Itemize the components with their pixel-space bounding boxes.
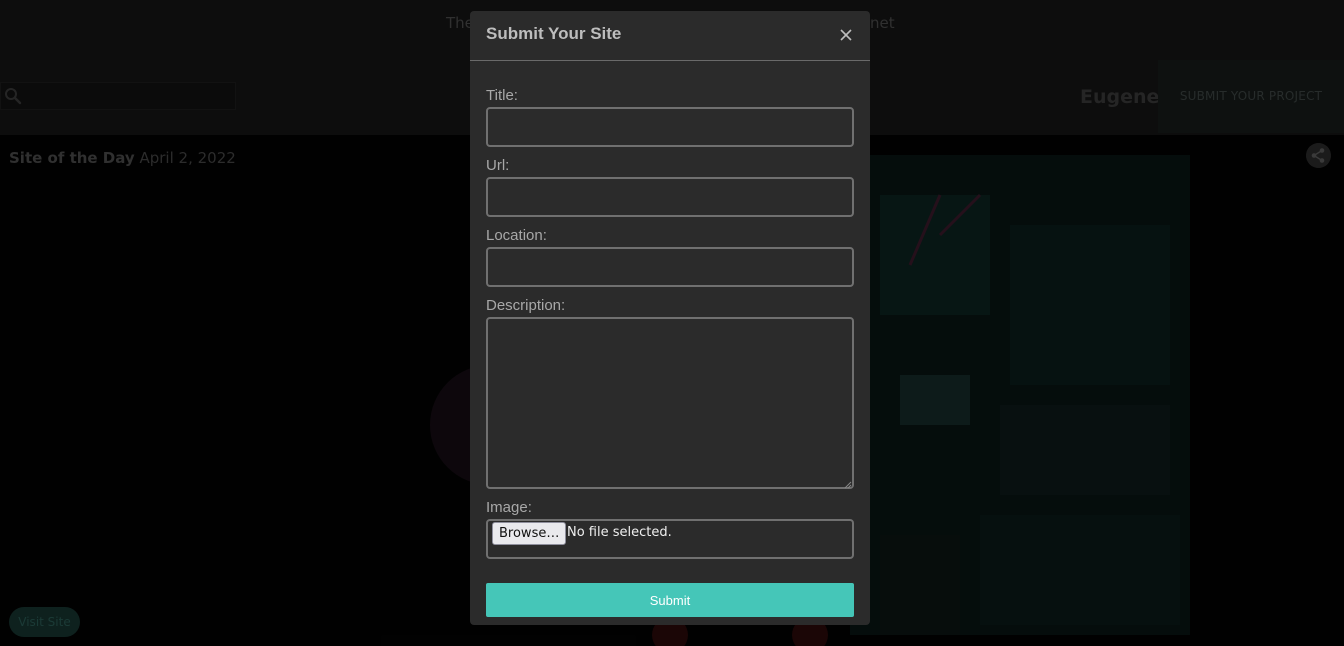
submit-site-modal: Submit Your Site Title: Url: Location: D…: [470, 11, 870, 625]
close-icon[interactable]: [838, 27, 854, 43]
url-label: Url:: [486, 157, 510, 174]
page: The net Eugene SUBMIT YOUR PROJECT Site …: [0, 0, 1344, 646]
url-field[interactable]: [486, 177, 854, 217]
image-label: Image:: [486, 499, 532, 516]
description-label: Description:: [486, 297, 566, 314]
submit-button[interactable]: Submit: [486, 583, 854, 617]
title-field[interactable]: [486, 107, 854, 147]
modal-header: Submit Your Site: [470, 11, 870, 61]
location-label: Location:: [486, 227, 547, 244]
title-label: Title:: [486, 87, 518, 104]
description-field[interactable]: [486, 317, 854, 489]
modal-title: Submit Your Site: [486, 24, 622, 43]
image-file-input[interactable]: Browse… No file selected.: [486, 519, 854, 559]
location-field[interactable]: [486, 247, 854, 287]
resize-grip-icon[interactable]: [844, 481, 852, 489]
browse-button[interactable]: Browse…: [492, 522, 567, 545]
file-status: No file selected.: [567, 525, 672, 540]
